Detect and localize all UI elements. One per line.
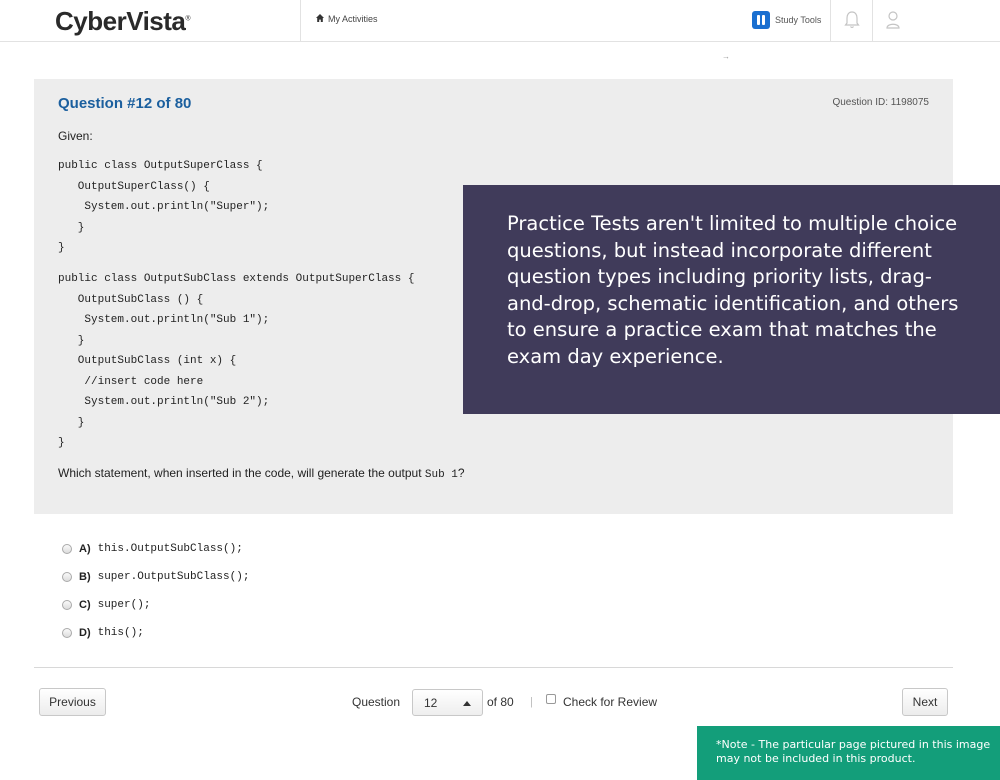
check-for-review-label[interactable]: Check for Review — [563, 695, 657, 709]
arrow-icon: → — [722, 52, 730, 61]
radio-button[interactable] — [62, 544, 72, 554]
study-tools-label: Study Tools — [775, 15, 822, 25]
answer-text: super(); — [97, 599, 151, 611]
prompt-suffix: ? — [457, 466, 465, 480]
question-select-value: 12 — [424, 696, 438, 710]
cybervista-logo[interactable]: CyberVista® — [55, 6, 191, 37]
given-label: Given: — [58, 129, 93, 143]
top-bar: CyberVista® My Activities Study Tools — [0, 0, 1000, 42]
answer-options: A) this.OutputSubClass(); B) super.Outpu… — [62, 535, 249, 647]
answer-letter: D) — [79, 627, 91, 639]
feature-callout: Practice Tests aren't limited to multipl… — [463, 185, 1000, 414]
answer-text: this.OutputSubClass(); — [97, 543, 243, 555]
answer-letter: B) — [79, 571, 91, 583]
answer-option-c[interactable]: C) super(); — [62, 591, 249, 619]
header-divider — [830, 0, 831, 42]
question-id: Question ID: 1198075 — [832, 97, 929, 108]
caret-up-icon — [463, 701, 471, 706]
prompt-code: Sub 1 — [424, 469, 458, 481]
prompt-text: Which statement, when inserted in the co… — [58, 466, 425, 480]
question-nav-label: Question — [352, 695, 401, 709]
user-icon[interactable] — [884, 9, 902, 31]
radio-button[interactable] — [62, 628, 72, 638]
study-tools-button[interactable]: Study Tools — [752, 11, 821, 29]
bell-icon[interactable] — [843, 9, 861, 31]
code-block-superclass: public class OutputSuperClass { OutputSu… — [58, 160, 270, 254]
previous-button[interactable]: Previous — [39, 688, 106, 716]
answer-text: super.OutputSubClass(); — [97, 571, 250, 583]
home-icon — [316, 14, 324, 24]
answer-letter: C) — [79, 599, 91, 611]
logo-text: CyberVista — [55, 6, 186, 36]
question-title: Question #12 of 80 — [58, 95, 192, 112]
answer-letter: A) — [79, 543, 91, 555]
my-activities-link[interactable]: My Activities — [316, 14, 378, 24]
separator: | — [530, 696, 533, 708]
question-total: of 80 — [487, 695, 514, 709]
answer-option-b[interactable]: B) super.OutputSubClass(); — [62, 563, 249, 591]
radio-button[interactable] — [62, 572, 72, 582]
disclaimer-note: *Note - The particular page pictured in … — [697, 726, 1000, 780]
answer-option-a[interactable]: A) this.OutputSubClass(); — [62, 535, 249, 563]
header-divider — [300, 0, 301, 42]
code-block-subclass: public class OutputSubClass extends Outp… — [58, 273, 415, 449]
question-prompt: Which statement, when inserted in the co… — [58, 466, 465, 481]
question-select[interactable]: 12 — [412, 689, 483, 716]
radio-button[interactable] — [62, 600, 72, 610]
logo-registered-mark: ® — [185, 15, 191, 23]
answer-text: this(); — [97, 627, 144, 639]
next-button[interactable]: Next — [902, 688, 948, 716]
my-activities-label: My Activities — [328, 14, 378, 24]
divider — [34, 667, 953, 668]
answer-option-d[interactable]: D) this(); — [62, 619, 249, 647]
study-tools-icon — [752, 11, 770, 29]
header-divider — [872, 0, 873, 42]
check-for-review-checkbox[interactable] — [546, 694, 556, 704]
